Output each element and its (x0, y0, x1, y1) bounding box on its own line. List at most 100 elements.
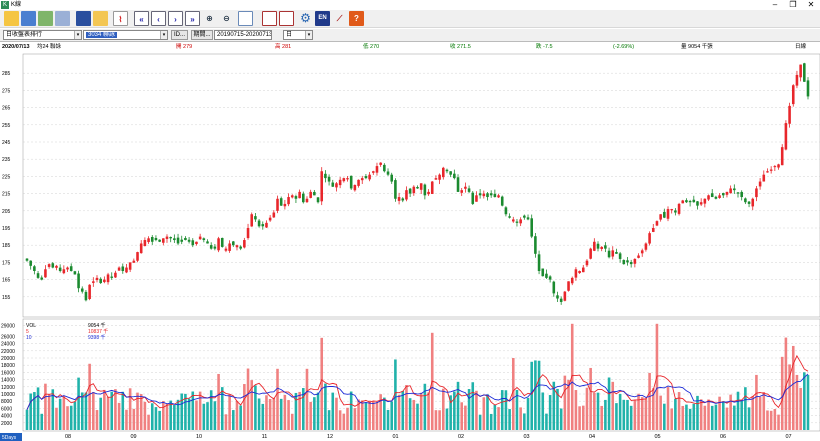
monitor-icon[interactable] (76, 11, 91, 26)
candle-body (368, 174, 371, 180)
candle-body (648, 233, 651, 244)
price-tick-label: 225 (2, 174, 11, 180)
stock-chart[interactable]: 285 275 265 255 245 235 225 215 205 195 185 175 165 1… (0, 52, 820, 441)
lang-icon[interactable]: EN (315, 11, 330, 26)
volume-bar (615, 403, 618, 430)
candle-body (777, 164, 780, 168)
candle-body (515, 221, 519, 223)
candle-body (486, 193, 489, 198)
candle-body (640, 250, 644, 254)
info-bar: 2020/07/13 均24 聯詠 開 279 高 281 低 270 收 27… (0, 43, 820, 52)
volume-bar (500, 390, 504, 430)
volume-bar (526, 397, 530, 430)
candle-body (618, 253, 622, 259)
window-icon[interactable] (279, 11, 294, 26)
candle-body (559, 298, 563, 302)
volume-bar (710, 405, 714, 430)
candle-body (604, 245, 607, 249)
minimize-button[interactable]: – (766, 0, 784, 10)
zoom-out-icon[interactable]: ⊖ (219, 11, 234, 26)
volume-bar (541, 392, 545, 430)
last-page-icon[interactable]: » (185, 11, 200, 26)
period-button[interactable]: 期間... (191, 30, 213, 40)
title-bar: K K線 – ❐ ✕ (0, 0, 820, 10)
folder-icon[interactable] (4, 11, 19, 26)
volume-tick-label: 6000 (1, 406, 12, 412)
maximize-button[interactable]: ❐ (784, 0, 802, 10)
volume-bar (644, 398, 648, 430)
volume-bar (799, 387, 802, 430)
volume-tick-label: 16000 (1, 370, 15, 376)
volume-bar (408, 398, 412, 430)
candle-body (302, 193, 305, 203)
candle-body (600, 246, 603, 249)
report-select[interactable]: 日收盤表排行 ▾ (3, 30, 82, 40)
volume-bar (327, 410, 331, 430)
price-tick-label: 235 (2, 157, 11, 163)
volume-bar (305, 368, 309, 430)
candle-body (626, 260, 629, 263)
stock-name: 聯詠 (103, 32, 116, 38)
chevron-down-icon: ▾ (160, 31, 167, 39)
candle-body (799, 64, 802, 78)
volume-bar (803, 372, 806, 430)
candle-body (519, 219, 522, 224)
clipboard-icon[interactable] (93, 11, 108, 26)
volume-bar (780, 356, 784, 430)
x-tick-label: 07 (785, 434, 791, 440)
price-tick-label: 265 (2, 106, 11, 112)
chart-indicator-icon[interactable]: ⟋ (332, 11, 347, 26)
calendar-icon[interactable] (262, 11, 277, 26)
candle-body (51, 263, 55, 268)
volume-bar (80, 392, 84, 430)
volume-tick-label: 2000 (1, 421, 12, 427)
volume-tick-label: 26000 (1, 334, 15, 340)
candle-body (769, 169, 773, 171)
candle-body (445, 169, 449, 172)
candle-body (364, 176, 368, 179)
candle-body (143, 240, 147, 247)
save-icon[interactable] (21, 11, 36, 26)
stock-select[interactable]: 3034 聯詠 ▾ (83, 30, 168, 40)
candle-body (246, 228, 250, 239)
candle-body (545, 273, 548, 278)
volume-bar (232, 410, 235, 430)
volume-bar (589, 367, 592, 430)
candle-body (541, 268, 545, 277)
first-page-icon[interactable]: « (134, 11, 149, 26)
copy-icon[interactable] (38, 11, 53, 26)
volume-bar (674, 398, 677, 430)
close-button[interactable]: ✕ (802, 0, 820, 10)
volume-bar (360, 400, 364, 430)
candle-body (780, 147, 784, 166)
volume-bar (290, 413, 294, 430)
candle-body (655, 221, 659, 226)
selector-bar: 日收盤表排行 ▾ 3034 聯詠 ▾ ID... 期間... 20190715-… (0, 29, 820, 42)
volume-bar (125, 409, 128, 430)
volume-tick-label: 10000 (1, 392, 15, 398)
date-range-field[interactable]: 20190715-20200713 (214, 30, 272, 40)
volume-bar (254, 385, 257, 430)
candle-body (419, 183, 423, 190)
id-button[interactable]: ID... (171, 30, 188, 40)
volume-bar (66, 406, 69, 430)
frequency-select[interactable]: 日 ▾ (283, 30, 313, 40)
volume-bar (55, 407, 58, 430)
volume-bar (195, 400, 198, 430)
volume-bar (508, 409, 511, 430)
table-icon[interactable] (238, 11, 253, 26)
layers-icon[interactable] (55, 11, 70, 26)
candle-body (585, 260, 589, 266)
chart-line-icon[interactable]: ⌇ (113, 11, 128, 26)
candle-body (298, 191, 301, 199)
help-icon[interactable]: ? (349, 11, 364, 26)
volume-bar (755, 374, 758, 430)
prev-icon[interactable]: ‹ (151, 11, 166, 26)
candle-body (349, 175, 353, 189)
candle-body (327, 176, 331, 182)
candle-body (637, 255, 640, 258)
next-icon[interactable]: › (168, 11, 183, 26)
settings-icon[interactable]: ⚙ (298, 11, 313, 26)
zoom-in-icon[interactable]: ⊕ (202, 11, 217, 26)
volume-bar (47, 394, 51, 430)
